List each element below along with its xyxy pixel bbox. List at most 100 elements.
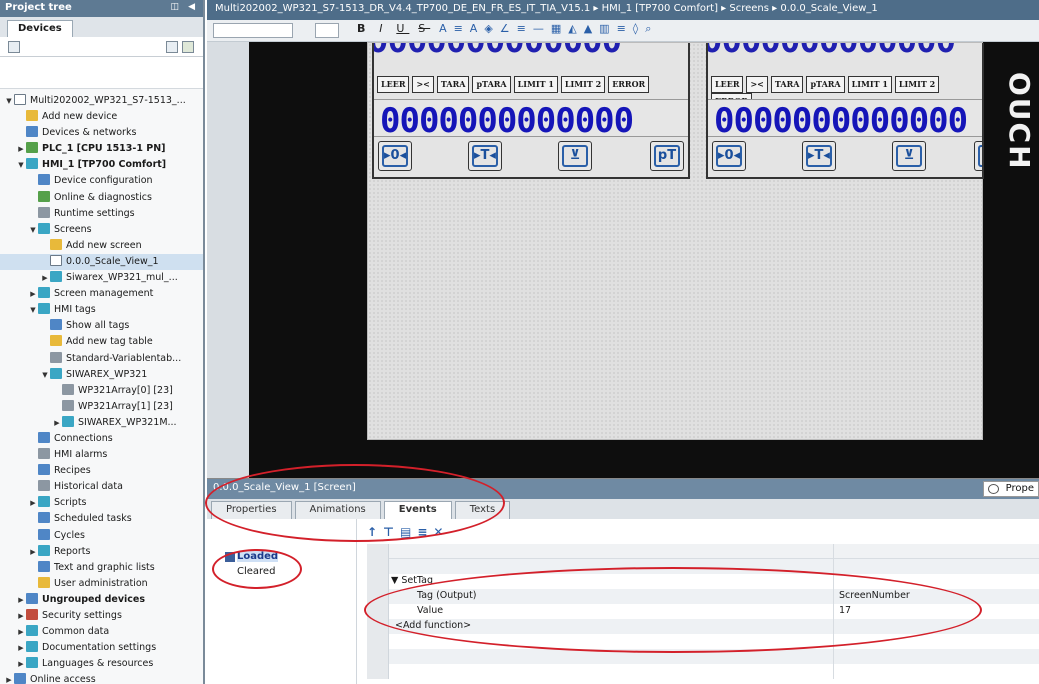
expand-arrow-icon[interactable]: ▼ bbox=[16, 157, 26, 173]
tree-item[interactable]: ▶ PLC_1 [CPU 1513-1 PN] bbox=[0, 141, 203, 157]
tree-item[interactable]: Historical data bbox=[0, 479, 203, 495]
compare-button[interactable]: >< bbox=[746, 76, 768, 93]
ptara-button[interactable]: pTARA bbox=[472, 76, 511, 93]
table-view-icon[interactable] bbox=[166, 41, 178, 53]
param-row-tag[interactable]: Tag (Output) ScreenNumber bbox=[367, 589, 1039, 604]
tare-button[interactable]: ▸T◂ bbox=[802, 141, 836, 171]
tree-item[interactable]: ▶ Online access bbox=[0, 672, 203, 684]
print-button[interactable]: ⊻ bbox=[892, 141, 926, 171]
screen-canvas[interactable]: 0000000000000 LEER><TARApTARALIMIT 1LIMI… bbox=[207, 42, 1039, 478]
tree-item[interactable]: ▶ Security settings bbox=[0, 608, 203, 624]
tree-item[interactable]: ▶ Ungrouped devices bbox=[0, 592, 203, 608]
format-buttons[interactable]: B I U S A≡A◈∠≡—▦◭▲▥≡◊⌕ bbox=[357, 22, 658, 36]
limit2-button[interactable]: LIMIT 2 bbox=[894, 76, 940, 93]
compare-button[interactable]: >< bbox=[412, 76, 434, 93]
limit2-button[interactable]: LIMIT 2 bbox=[560, 76, 606, 93]
tree-item[interactable]: ▶ Siwarex_WP321_mul_... bbox=[0, 270, 203, 286]
tree-item[interactable]: Cycles bbox=[0, 528, 203, 544]
expand-arrow-icon[interactable]: ▶ bbox=[52, 415, 62, 431]
tree-item[interactable]: Scheduled tasks bbox=[0, 511, 203, 527]
breadcrumb[interactable]: Multi202002_WP321_S7-1513_DR_V4.4_TP700_… bbox=[207, 0, 1039, 20]
tree-item[interactable]: Device configuration bbox=[0, 173, 203, 189]
tree-item[interactable]: Online & diagnostics bbox=[0, 190, 203, 206]
tree-item[interactable]: ▼ Multi202002_WP321_S7-1513_... bbox=[0, 93, 203, 109]
tree-item[interactable]: Add new screen bbox=[0, 238, 203, 254]
function-row[interactable]: ▼ SetTag bbox=[367, 574, 1039, 589]
tree-item[interactable]: Connections bbox=[0, 431, 203, 447]
tree-item[interactable]: ▶ Reports bbox=[0, 544, 203, 560]
tara-button[interactable]: TARA bbox=[770, 76, 804, 93]
tree-item[interactable]: ▶ Screen management bbox=[0, 286, 203, 302]
tree-item[interactable]: ▶ Languages & resources bbox=[0, 656, 203, 672]
limit1-button[interactable]: LIMIT 1 bbox=[847, 76, 892, 93]
tab-devices[interactable]: Devices bbox=[7, 20, 73, 37]
tree-item[interactable]: ▶ Documentation settings bbox=[0, 640, 203, 656]
scale-faceplate-1[interactable]: 0000000000000 LEER><TARApTARALIMIT 1LIMI… bbox=[372, 43, 690, 179]
tree-item[interactable]: Runtime settings bbox=[0, 206, 203, 222]
tree-item[interactable]: ▼ HMI_1 [TP700 Comfort] bbox=[0, 157, 203, 173]
expand-arrow-icon[interactable]: ▶ bbox=[16, 624, 26, 640]
preset-tare-button[interactable]: pT bbox=[974, 141, 982, 171]
zero-button[interactable]: ▸0◂ bbox=[378, 141, 412, 171]
tree-item[interactable]: WP321Array[0] [23] bbox=[0, 383, 203, 399]
expand-arrow-icon[interactable]: ▼ bbox=[28, 302, 38, 318]
tab-texts[interactable]: Texts bbox=[454, 501, 511, 519]
event-loaded[interactable]: Loaded bbox=[207, 551, 356, 566]
go-online-icon[interactable] bbox=[182, 41, 194, 53]
tree-item[interactable]: ▶ Common data bbox=[0, 624, 203, 640]
formatting-tools-icon[interactable]: A≡A◈∠≡—▦◭▲▥≡◊⌕ bbox=[439, 22, 658, 35]
hmi-screen[interactable]: 0000000000000 LEER><TARApTARALIMIT 1LIMI… bbox=[367, 42, 984, 440]
tree-item[interactable]: Text and graphic lists bbox=[0, 560, 203, 576]
tab-animations[interactable]: Animations bbox=[294, 501, 381, 519]
tree-item[interactable]: ▼ Screens bbox=[0, 222, 203, 238]
tree-item[interactable]: ▼ HMI tags bbox=[0, 302, 203, 318]
tree-item[interactable]: ▶ Scripts bbox=[0, 495, 203, 511]
event-cleared[interactable]: Cleared bbox=[207, 566, 356, 581]
add-function[interactable]: <Add function> bbox=[395, 620, 471, 631]
expand-arrow-icon[interactable]: ▶ bbox=[16, 608, 26, 624]
tree-item[interactable]: HMI alarms bbox=[0, 447, 203, 463]
tree-item[interactable]: Devices & networks bbox=[0, 125, 203, 141]
tara-button[interactable]: TARA bbox=[436, 76, 470, 93]
function-list-toolbar[interactable]: ↑⊤▤≡✕ bbox=[367, 525, 449, 539]
tree-item[interactable]: WP321Array[1] [23] bbox=[0, 399, 203, 415]
add-function-row[interactable]: <Add function> bbox=[367, 619, 1039, 634]
font-select[interactable] bbox=[213, 23, 293, 38]
leer-button[interactable]: LEER bbox=[377, 76, 410, 93]
overview-icon[interactable] bbox=[8, 41, 20, 53]
expand-arrow-icon[interactable]: ▼ bbox=[40, 367, 50, 383]
tree-item[interactable]: ▼ SIWAREX_WP321 bbox=[0, 367, 203, 383]
tab-properties[interactable]: Properties bbox=[211, 501, 292, 519]
tree-item[interactable]: ▶ SIWAREX_WP321M... bbox=[0, 415, 203, 431]
expand-arrow-icon[interactable]: ▼ bbox=[4, 93, 14, 109]
expand-arrow-icon[interactable]: ▶ bbox=[16, 656, 26, 672]
expand-arrow-icon[interactable]: ▶ bbox=[28, 544, 38, 560]
limit1-button[interactable]: LIMIT 1 bbox=[513, 76, 558, 93]
expand-arrow-icon[interactable]: ▶ bbox=[16, 640, 26, 656]
expand-arrow-icon[interactable]: ▶ bbox=[4, 672, 14, 684]
bold-button[interactable]: B bbox=[357, 22, 370, 35]
tree-item[interactable]: User administration bbox=[0, 576, 203, 592]
tree-item[interactable]: 0.0.0_Scale_View_1 bbox=[0, 253, 203, 271]
print-button[interactable]: ⊻ bbox=[558, 141, 592, 171]
preset-tare-button[interactable]: pT bbox=[650, 141, 684, 171]
tree-item[interactable]: Show all tags bbox=[0, 318, 203, 334]
zero-button[interactable]: ▸0◂ bbox=[712, 141, 746, 171]
expand-arrow-icon[interactable]: ▶ bbox=[16, 592, 26, 608]
error-button[interactable]: ERROR bbox=[608, 76, 650, 93]
tree-item[interactable]: Add new tag table bbox=[0, 334, 203, 350]
size-select[interactable] bbox=[315, 23, 339, 38]
leer-button[interactable]: LEER bbox=[711, 76, 744, 93]
param-value[interactable]: ScreenNumber bbox=[839, 590, 910, 601]
expand-arrow-icon[interactable]: ▶ bbox=[28, 286, 38, 302]
strikethrough-button[interactable]: S bbox=[418, 22, 430, 35]
scale-faceplate-2[interactable]: 0000000000000 LEER><TARApTARALIMIT 1LIMI… bbox=[706, 43, 984, 179]
tree-item[interactable]: Standard-Variablentab... bbox=[0, 351, 203, 367]
panel-controls-icon[interactable]: ◫ ◀ bbox=[170, 2, 198, 12]
param-row-value[interactable]: Value 17 bbox=[367, 604, 1039, 619]
properties-button[interactable]: Prope bbox=[982, 481, 1039, 497]
underline-button[interactable]: U bbox=[396, 22, 409, 35]
tree-item[interactable]: Recipes bbox=[0, 463, 203, 479]
expand-arrow-icon[interactable]: ▶ bbox=[40, 270, 50, 286]
param-value[interactable]: 17 bbox=[839, 605, 851, 616]
